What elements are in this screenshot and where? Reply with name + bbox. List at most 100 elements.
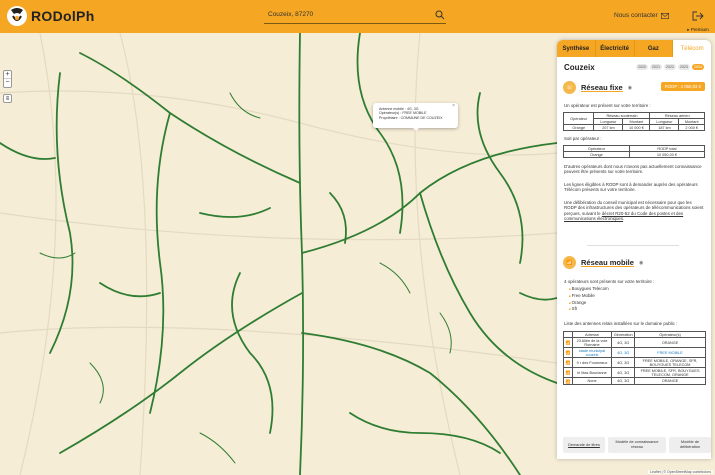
tab-bar: Synthèse Électricité Gaz Télécom: [557, 40, 711, 57]
search-icon[interactable]: [435, 10, 445, 20]
section-divider: [587, 245, 679, 246]
fixe-total-badge: RODP : 4 050,03 €: [660, 82, 705, 91]
table-row[interactable]: 📶 23 Allée de la voie Romaine 4G, 3G ORA…: [563, 337, 706, 348]
top-bar: RODolPh Couzeix, 87270 Nous contacter ▸ …: [0, 0, 715, 33]
fixe-paragraph-3: Une délibération du conseil municipal es…: [564, 200, 704, 222]
operator-list: Bouygues Telecom Free Mobile Orange Sfr: [569, 286, 609, 313]
mail-icon: [660, 12, 669, 19]
soit-label: Soit par opérateur :: [564, 136, 602, 141]
map-attribution[interactable]: Leaflet | © OpenStreetMap contributors: [648, 470, 713, 474]
year-pill-selected[interactable]: 2024: [692, 64, 704, 70]
year-pill[interactable]: 2023: [678, 64, 690, 70]
table-row[interactable]: 📶 None 4G, 3G ORANGE: [563, 377, 706, 385]
cell-amount: 2 000 €: [678, 124, 705, 131]
cell-length: 187 km: [649, 124, 680, 131]
cell-generation: 4G, 3G: [611, 357, 636, 368]
popup-close-button[interactable]: ×: [452, 103, 455, 109]
search-value: Couzeix, 87270: [268, 11, 314, 18]
cell-adresse: le Mas Bourianne: [571, 367, 613, 378]
map-view[interactable]: + − ≡: [0, 33, 557, 475]
demande-titres-button[interactable]: Demande de titres: [563, 437, 605, 453]
antenna-table: Adresse Génération Opérateur(s) 📶 23 All…: [563, 331, 706, 385]
th-operateur: Opérateur: [562, 112, 595, 125]
list-item: Orange: [569, 300, 609, 307]
action-buttons: Demande de titres Modèle de connaissance…: [563, 437, 711, 453]
table-row[interactable]: 📶 le Mas Bourianne 4G, 3G FREE MOBILE, S…: [563, 367, 706, 378]
mobile-header: 📶 Réseau mobile ◉: [563, 256, 643, 269]
premium-button[interactable]: ▸ Premium: [683, 8, 713, 33]
logo[interactable]: RODolPh: [6, 4, 95, 28]
antenna-row-icon: 📶: [563, 367, 573, 378]
rodp-table: Opérateur RODP total Orange 10 050,03 €: [563, 145, 706, 158]
fixe-paragraph-2: Les lignes éligibles à RODP sont à deman…: [564, 182, 698, 193]
cell-length: 207 km: [593, 124, 624, 131]
year-pill[interactable]: 2020: [636, 64, 648, 70]
antenna-row-icon: 📶: [563, 347, 573, 358]
fixe-title: Réseau fixe: [581, 83, 623, 92]
antenna-row-icon: 📶: [563, 377, 573, 385]
tab-telecom[interactable]: Télécom: [673, 40, 711, 57]
fixe-paragraph-1: D'autres opérateurs dont nous n'avons pa…: [564, 164, 702, 175]
premium-label: ▸ Premium: [687, 27, 709, 32]
list-item: Bouygues Telecom: [569, 286, 609, 293]
logout-icon: [692, 11, 704, 21]
mobile-intro: 4 opérateurs sont présents sur votre ter…: [564, 279, 655, 284]
contact-link[interactable]: Nous contacter: [614, 12, 669, 19]
cell-operateur: Orange: [562, 124, 595, 131]
cell-operateur: Orange: [563, 151, 630, 158]
cell-operateurs: ORANGE: [634, 337, 706, 348]
antenna-row-icon: 📶: [563, 337, 573, 348]
cell-adresse: 9 r des Fourneaux: [571, 357, 613, 368]
cell-operateurs: FREE MOBILE: [634, 347, 706, 358]
table-row-highlighted[interactable]: 📶 stade municipal couzeix 4G, 3G FREE MO…: [563, 347, 706, 358]
popup-tip: [412, 127, 420, 131]
tab-electricite[interactable]: Électricité: [595, 40, 635, 57]
cell-adresse: None: [571, 377, 613, 385]
year-pill[interactable]: 2021: [650, 64, 662, 70]
fixe-table: Opérateur Réseau souterrain Réseau aérie…: [562, 112, 705, 131]
antenna-icon: 📶: [563, 256, 576, 269]
cell-rodp: 10 050,03 €: [628, 151, 706, 158]
list-item: Free Mobile: [569, 293, 609, 300]
cell-generation: 4G, 3G: [611, 377, 636, 385]
cell-generation: 4G, 3G: [611, 337, 636, 348]
table-row: Orange 207 km 10 000 € 187 km 2 000 €: [562, 124, 705, 131]
mobile-title: Réseau mobile: [581, 258, 634, 267]
zoom-control: + −: [3, 70, 12, 88]
cell-operateurs: ORANGE: [634, 377, 706, 385]
logo-text: RODolPh: [31, 8, 95, 24]
commune-title: Couzeix: [564, 63, 595, 72]
table-row[interactable]: 📶 9 r des Fourneaux 4G, 3G FREE MOBILE, …: [563, 357, 706, 368]
table-row: Orange 10 050,03 €: [563, 151, 706, 158]
cell-generation: 4G, 3G: [611, 367, 636, 378]
cell-adresse: stade municipal couzeix: [571, 347, 613, 358]
cell-operateurs: FREE MOBILE, ORANGE, SFR, BOUYGUES TELEC…: [634, 357, 706, 368]
zoom-in-button[interactable]: +: [4, 71, 11, 79]
year-selector: 2020 2021 2022 2023 2024: [636, 64, 704, 70]
cell-operateurs: FREE MOBILE, SFR, BOUYGUES TELECOM, ORAN…: [634, 367, 706, 378]
list-item: Sfr: [569, 306, 609, 313]
cell-amount: 10 000 €: [622, 124, 651, 131]
antenna-list-intro: Liste des antennes relais installées sur…: [564, 321, 678, 326]
antenna-popup: × Antenne mobile : 4G, 3G Opérateur(s) :…: [373, 103, 458, 128]
layers-button[interactable]: ≡: [3, 94, 12, 103]
tab-gaz[interactable]: Gaz: [634, 40, 674, 57]
modele-deliberation-button[interactable]: Modèle de délibération: [669, 437, 711, 453]
cell-adresse: 23 Allée de la voie Romaine: [571, 337, 613, 348]
network-lines: [0, 33, 557, 475]
fixed-network-icon: ☏: [563, 81, 576, 94]
eye-icon[interactable]: ◉: [628, 85, 632, 91]
modele-connaissance-button[interactable]: Modèle de connaissance réseau: [608, 437, 666, 453]
search-input[interactable]: Couzeix, 87270: [264, 9, 446, 24]
antenna-row-icon: 📶: [563, 357, 573, 368]
fixe-header: ☏ Réseau fixe ◉: [563, 81, 632, 94]
layers-icon: ≡: [5, 96, 10, 102]
info-panel: Synthèse Électricité Gaz Télécom Couzeix…: [557, 40, 711, 459]
tab-synthese[interactable]: Synthèse: [557, 40, 596, 57]
eye-icon[interactable]: ◉: [639, 260, 643, 266]
zoom-out-button[interactable]: −: [4, 79, 11, 87]
contact-label: Nous contacter: [614, 12, 658, 19]
year-pill[interactable]: 2022: [664, 64, 676, 70]
popup-line: Propriétaire : COMMUNE DE COUZEIX: [379, 115, 443, 120]
fixed-network: [0, 33, 557, 475]
